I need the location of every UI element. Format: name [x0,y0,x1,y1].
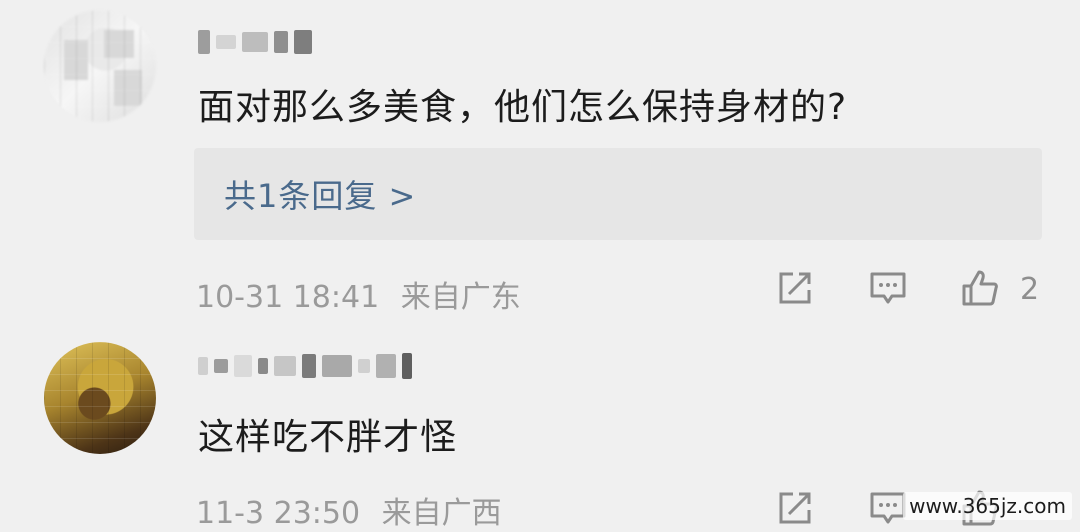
like-button[interactable] [960,268,1000,308]
comment-text: 面对那么多美食，他们怎么保持身材的? [198,87,848,128]
thumbs-up-icon [962,270,998,306]
comment-location: 来自广东 [400,280,521,315]
comment-icon [870,492,906,524]
avatar[interactable] [44,342,156,454]
comment-button[interactable] [868,268,908,308]
comment-button[interactable] [868,488,908,528]
share-icon [779,272,811,304]
comment-location: 来自广西 [381,496,502,531]
share-icon [779,492,811,524]
comment-time: 10-31 18:41 [196,280,380,315]
comment-meta: 10-31 18:41 来自广东 [196,272,533,316]
like-count: 2 [1020,272,1040,307]
avatar[interactable] [44,10,156,122]
comment-text: 这样吃不胖才怪 [198,417,458,458]
comment-item-1: 面对那么多美食，他们怎么保持身材的? 共1条回复 > 10-31 18:41 来… [0,0,1080,330]
share-button[interactable] [775,488,815,528]
comment-meta: 11-3 23:50 来自广西 [196,488,514,532]
username-pixelated[interactable] [198,353,412,379]
share-button[interactable] [775,268,815,308]
comment-icon [870,272,906,304]
username-pixelated[interactable] [198,30,312,54]
reply-box[interactable]: 共1条回复 > [194,148,1042,240]
watermark: www.365jz.com [903,492,1072,520]
comment-time: 11-3 23:50 [196,496,361,531]
view-replies-link[interactable]: 共1条回复 > [224,171,416,217]
